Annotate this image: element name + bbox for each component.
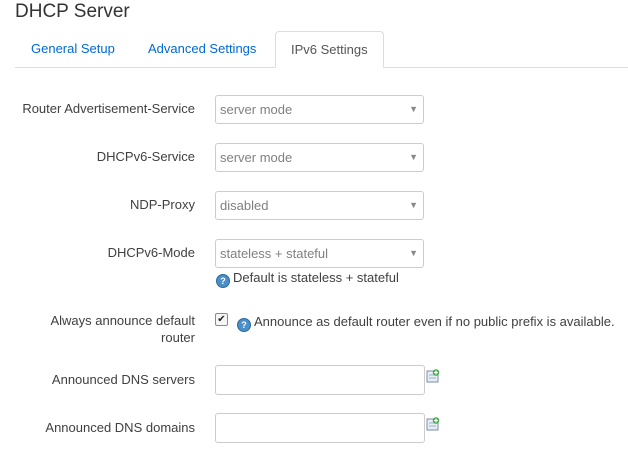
checkmark-icon: ✔	[217, 314, 226, 325]
ndp-proxy-label: NDP-Proxy	[129, 197, 195, 212]
dropdown-arrow-icon: ▼	[409, 104, 418, 114]
dns-domains-input[interactable]	[215, 413, 425, 443]
dhcpv6-service-label: DHCPv6-Service	[96, 149, 195, 164]
help-icon: ?	[216, 274, 230, 288]
dns-servers-input[interactable]	[215, 365, 425, 395]
ra-service-value: server mode	[220, 102, 293, 117]
tab-bar: General Setup Advanced Settings IPv6 Set…	[15, 31, 628, 68]
dhcpv6-mode-select[interactable]: stateless + stateful ▼	[215, 239, 424, 268]
add-entry-icon[interactable]	[426, 369, 440, 383]
ra-service-label: Router Advertisement-Service	[22, 101, 195, 116]
dns-servers-label: Announced DNS servers	[51, 372, 195, 387]
ndp-proxy-value: disabled	[220, 198, 269, 213]
dhcpv6-mode-label: DHCPv6-Mode	[107, 245, 195, 260]
ra-service-select[interactable]: server mode ▼	[215, 95, 424, 124]
page-title: DHCP Server	[15, 1, 130, 22]
always-announce-help: ? Announce as default router even if no p…	[237, 314, 615, 332]
dhcpv6-mode-help: ? Default is stateless + stateful	[216, 270, 399, 288]
dhcpv6-mode-value: stateless + stateful	[220, 246, 329, 261]
dns-domains-label: Announced DNS domains	[45, 420, 195, 435]
help-icon: ?	[237, 318, 251, 332]
tab-advanced-settings[interactable]: Advanced Settings	[133, 31, 271, 67]
always-announce-checkbox[interactable]: ✔	[215, 313, 228, 326]
always-announce-label: Always announce default router	[50, 313, 195, 345]
dropdown-arrow-icon: ▼	[409, 152, 418, 162]
add-entry-icon[interactable]	[426, 417, 440, 431]
dhcpv6-service-value: server mode	[220, 150, 293, 165]
tab-general-setup[interactable]: General Setup	[16, 31, 130, 67]
dropdown-arrow-icon: ▼	[409, 200, 418, 210]
dhcpv6-service-select[interactable]: server mode ▼	[215, 143, 424, 172]
tab-ipv6-settings[interactable]: IPv6 Settings	[275, 31, 384, 68]
ndp-proxy-select[interactable]: disabled ▼	[215, 191, 424, 220]
dropdown-arrow-icon: ▼	[409, 248, 418, 258]
